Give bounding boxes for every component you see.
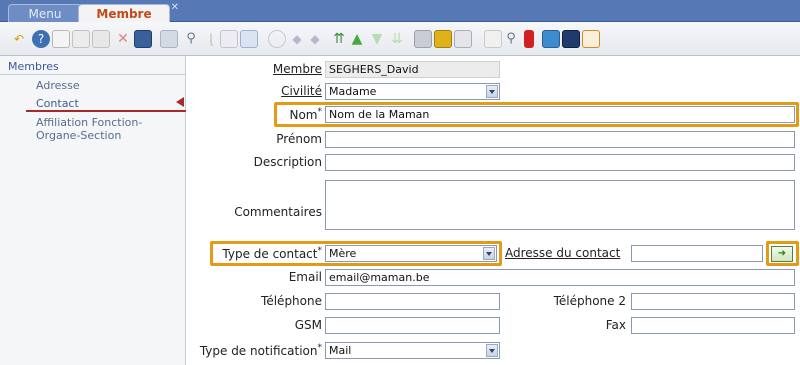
tools-icon[interactable]	[542, 30, 560, 48]
sidebar-item-affiliation-line1: Affiliation Fonction-	[36, 116, 143, 129]
sidebar-item-contact[interactable]: Contact	[36, 97, 79, 110]
civilite-select[interactable]: Madame	[325, 83, 500, 100]
fax-input[interactable]	[631, 317, 795, 334]
note-icon[interactable]	[220, 30, 238, 48]
nom-label: Nom*	[240, 107, 322, 122]
paste-icon[interactable]	[92, 30, 110, 48]
window-icon[interactable]	[240, 30, 258, 48]
sidebar-header[interactable]: Membres	[8, 60, 59, 73]
first-icon[interactable]: ⇈	[330, 30, 348, 48]
email-label: Email	[288, 270, 322, 284]
last-icon[interactable]: ⇊	[388, 30, 406, 48]
tab-membre-label: Membre	[96, 7, 152, 21]
lookup-button[interactable]: ➜	[771, 246, 793, 262]
down-icon[interactable]: ▼	[368, 30, 386, 48]
attach-icon[interactable]: ɭ	[202, 30, 220, 48]
fax-label: Fax	[605, 318, 626, 332]
printer-icon[interactable]	[454, 30, 472, 48]
undo-icon[interactable]: ↶	[10, 30, 28, 48]
adresse-contact-input[interactable]	[631, 245, 763, 262]
commentaires-textarea[interactable]	[325, 180, 795, 230]
type-notification-label-text: Type de notification	[199, 344, 318, 358]
next-icon[interactable]: ◆	[306, 30, 324, 48]
type-contact-label: Type de contact*	[212, 246, 322, 261]
active-marker-line	[26, 110, 186, 112]
sidebar-item-affiliation-line2: Organe-Section	[36, 129, 122, 142]
target-icon[interactable]	[268, 30, 286, 48]
prenom-input[interactable]	[325, 131, 795, 148]
close-icon[interactable]: ✕	[171, 0, 179, 17]
telephone-label: Téléphone	[261, 294, 322, 308]
folder-icon[interactable]	[484, 30, 502, 48]
civilite-value: Madame	[329, 85, 377, 98]
telephone2-label: Téléphone 2	[553, 294, 626, 308]
description-label: Description	[253, 155, 322, 169]
find-icon[interactable]: ⚲	[502, 30, 520, 48]
print-icon[interactable]	[414, 30, 432, 48]
new-icon[interactable]	[52, 30, 70, 48]
prev-icon[interactable]: ◆	[288, 30, 306, 48]
type-contact-select[interactable]: Mère	[325, 245, 497, 262]
sidebar-item-adresse[interactable]: Adresse	[36, 79, 80, 92]
chevron-down-icon[interactable]	[483, 247, 495, 260]
required-marker: *	[317, 343, 323, 353]
gsm-input[interactable]	[325, 317, 500, 334]
copy-icon[interactable]	[72, 30, 90, 48]
toolbar: ↶ ? ✕ ⚲ ɭ ◆ ◆ ⇈ ▲ ▼ ⇊ ⚲	[0, 22, 800, 56]
civilite-label[interactable]: Civilité	[240, 84, 322, 98]
help-icon[interactable]: ?	[32, 30, 50, 48]
description-input[interactable]	[325, 154, 795, 171]
telephone-input[interactable]	[325, 293, 500, 310]
export-icon[interactable]	[524, 30, 534, 48]
prenom-label: Prénom	[276, 132, 322, 146]
book-icon[interactable]	[562, 30, 580, 48]
membre-label: Membre	[272, 62, 322, 76]
arrow-right-icon: ➜	[777, 248, 787, 259]
nom-input[interactable]: Nom de la Maman	[325, 106, 795, 123]
nom-label-text: Nom	[289, 108, 318, 122]
sidebar: Membres Adresse Contact Affiliation Fonc…	[0, 56, 186, 365]
tab-bar: Menu Membre ✕	[0, 0, 800, 22]
sidebar-divider	[0, 74, 186, 75]
delete-icon[interactable]: ✕	[114, 30, 132, 48]
type-notification-label: Type de notification*	[186, 343, 322, 358]
type-contact-value: Mère	[329, 247, 357, 260]
type-notification-value: Mail	[329, 344, 352, 357]
commentaires-label: Commentaires	[234, 205, 322, 219]
adresse-contact-label[interactable]: Adresse du contact	[505, 246, 625, 260]
active-marker-arrow	[176, 97, 184, 107]
required-marker: *	[317, 107, 323, 117]
chevron-down-icon[interactable]	[486, 85, 498, 98]
sidebar-item-affiliation[interactable]: Affiliation Fonction- Organe-Section	[36, 116, 142, 142]
membre-field: SEGHERS_David	[325, 61, 500, 78]
required-marker: *	[317, 246, 323, 256]
telephone2-input[interactable]	[631, 293, 795, 310]
gsm-label: GSM	[294, 318, 322, 332]
save-icon[interactable]	[134, 30, 152, 48]
refresh-icon[interactable]	[160, 30, 178, 48]
up-icon[interactable]: ▲	[348, 30, 366, 48]
tab-menu[interactable]: Menu	[8, 4, 82, 22]
type-notification-select[interactable]: Mail	[325, 342, 500, 359]
chevron-down-icon[interactable]	[486, 344, 498, 357]
report-icon[interactable]	[434, 30, 452, 48]
type-contact-label-text: Type de contact	[222, 247, 318, 261]
chart-icon[interactable]	[582, 30, 600, 48]
tab-membre[interactable]: Membre ✕	[78, 2, 179, 22]
email-input[interactable]: email@maman.be	[325, 269, 795, 286]
search-icon[interactable]: ⚲	[182, 30, 200, 48]
